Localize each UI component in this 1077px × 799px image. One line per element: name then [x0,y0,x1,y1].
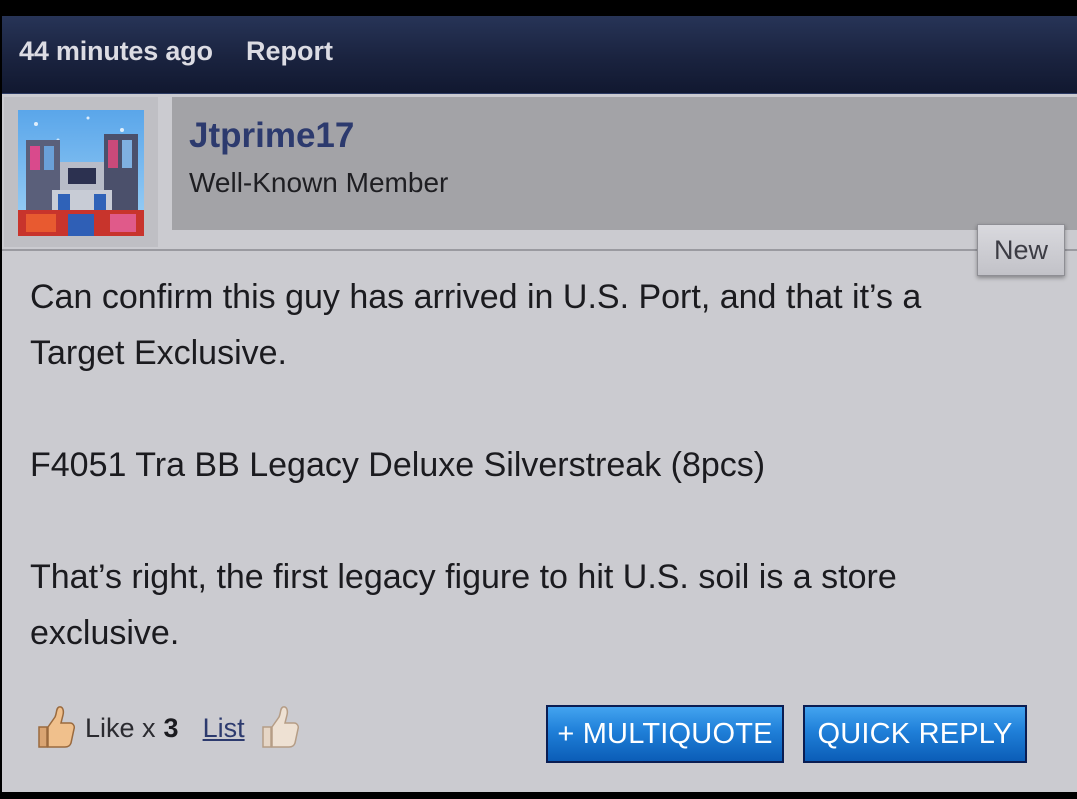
forum-post: 44 minutes ago Report Jtprime17 Well-Kno… [2,16,1077,792]
transformer-avatar-image [18,110,144,236]
multiquote-button[interactable]: + MULTIQUOTE [546,705,784,763]
post-content: Can confirm this guy has arrived in U.S.… [30,269,970,661]
thumbs-up-icon [38,706,75,748]
like-count: 3 [163,712,179,743]
post-paragraph: F4051 Tra BB Legacy Deluxe Silverstreak … [30,446,766,484]
user-details: Jtprime17 Well-Known Member [172,97,1077,230]
report-link[interactable]: Report [246,36,333,67]
post-paragraph: Can confirm this guy has arrived in U.S.… [30,278,922,372]
avatar-frame [4,97,158,247]
likes-list-link[interactable]: List [203,713,245,744]
post-header: 44 minutes ago Report [2,16,1077,94]
avatar[interactable] [18,110,144,236]
username-link[interactable]: Jtprime17 [189,116,354,156]
like-label: Like x [85,712,156,743]
new-post-badge: New [977,224,1065,276]
quick-reply-button[interactable]: QUICK REPLY [803,705,1027,763]
user-info-bar: Jtprime17 Well-Known Member [2,94,1077,251]
like-button[interactable] [259,705,299,751]
thumbs-up-icon [261,706,299,748]
user-title: Well-Known Member [189,167,449,198]
post-paragraph: That’s right, the first legacy figure to… [30,558,897,652]
like-summary: Like x 3 List [35,704,299,752]
post-timestamp: 44 minutes ago [19,36,213,66]
